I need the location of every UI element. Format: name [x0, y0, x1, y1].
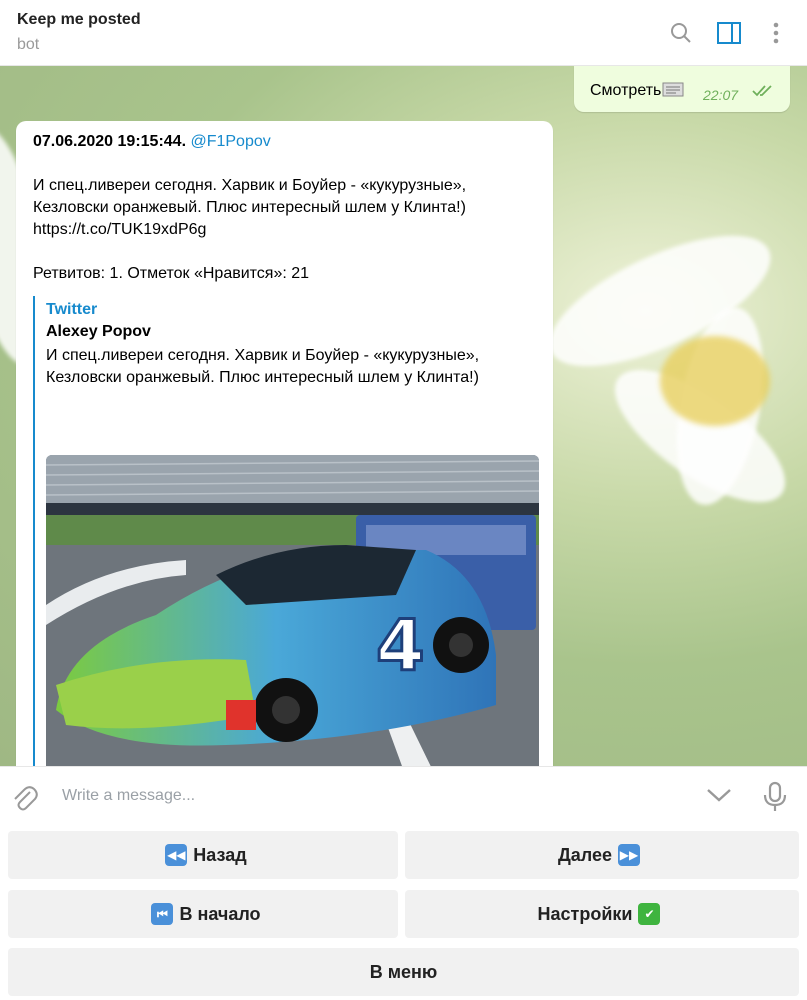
- message-date: 07.06.2020 19:15:44.: [33, 133, 187, 150]
- message-composer: Write a message...: [0, 766, 807, 826]
- double-check-icon: [752, 85, 772, 97]
- message-input[interactable]: Write a message...: [62, 787, 195, 805]
- to-start-button[interactable]: ⏮ В начало: [8, 890, 398, 938]
- preview-site-name: Twitter: [46, 301, 98, 318]
- chat-header: Keep me posted bot: [0, 0, 807, 66]
- chat-subtitle: bot: [17, 36, 40, 53]
- message-body-line: И спец.ливереи сегодня. Харвик и Боуйер …: [33, 177, 467, 194]
- outgoing-message[interactable]: Смотреть 22:07: [574, 66, 790, 112]
- message-body-line: Кезловски оранжевый. Плюс интересный шле…: [33, 199, 466, 216]
- check-mark-icon: ✔: [638, 903, 661, 925]
- handle-link[interactable]: @F1Popov: [190, 133, 270, 150]
- search-icon[interactable]: [667, 19, 695, 47]
- sidebar-toggle-icon[interactable]: [715, 19, 743, 47]
- settings-button[interactable]: Настройки ✔: [405, 890, 799, 938]
- next-button[interactable]: Далее ▶▶: [405, 831, 799, 879]
- tweet-link[interactable]: https://t.co/TUK19xdP6g: [33, 219, 206, 241]
- chevron-down-icon[interactable]: [706, 787, 732, 803]
- background-flower-center: [660, 336, 770, 426]
- preview-description: И спец.ливереи сегодня. Харвик и Боуйер …: [46, 347, 480, 386]
- message-time: 22:07: [703, 87, 739, 103]
- back-button[interactable]: ◀◀ Назад: [8, 831, 398, 879]
- menu-button[interactable]: В меню: [8, 948, 799, 996]
- newspaper-icon: [662, 82, 684, 97]
- fast-forward-icon: ▶▶: [618, 844, 641, 866]
- preview-title: Alexey Popov: [46, 323, 151, 340]
- incoming-message[interactable]: 07.06.2020 19:15:44. @F1Popov И спец.лив…: [16, 121, 553, 766]
- message-text: Смотреть: [590, 81, 684, 100]
- message-header: 07.06.2020 19:15:44. @F1Popov: [33, 131, 271, 153]
- link-preview[interactable]: Twitter Alexey Popov И спец.ливереи сего…: [33, 296, 539, 766]
- preview-photo[interactable]: 4: [46, 455, 539, 766]
- rewind-icon: ◀◀: [165, 844, 188, 866]
- tweet-stats: Ретвитов: 1. Отметок «Нравится»: 21: [33, 265, 310, 282]
- chat-area: Смотреть 22:07 07.06.2020 19:15:44. @F1P…: [0, 66, 807, 766]
- more-vertical-icon[interactable]: [762, 19, 790, 47]
- svg-text:4: 4: [376, 605, 425, 687]
- attach-icon[interactable]: [12, 784, 38, 812]
- microphone-icon[interactable]: [762, 781, 788, 813]
- chat-title[interactable]: Keep me posted: [17, 11, 141, 29]
- bot-keyboard: ◀◀ Назад Далее ▶▶ ⏮ В начало Настройки ✔ В м…: [0, 826, 807, 1000]
- skip-back-icon: ⏮: [151, 903, 174, 925]
